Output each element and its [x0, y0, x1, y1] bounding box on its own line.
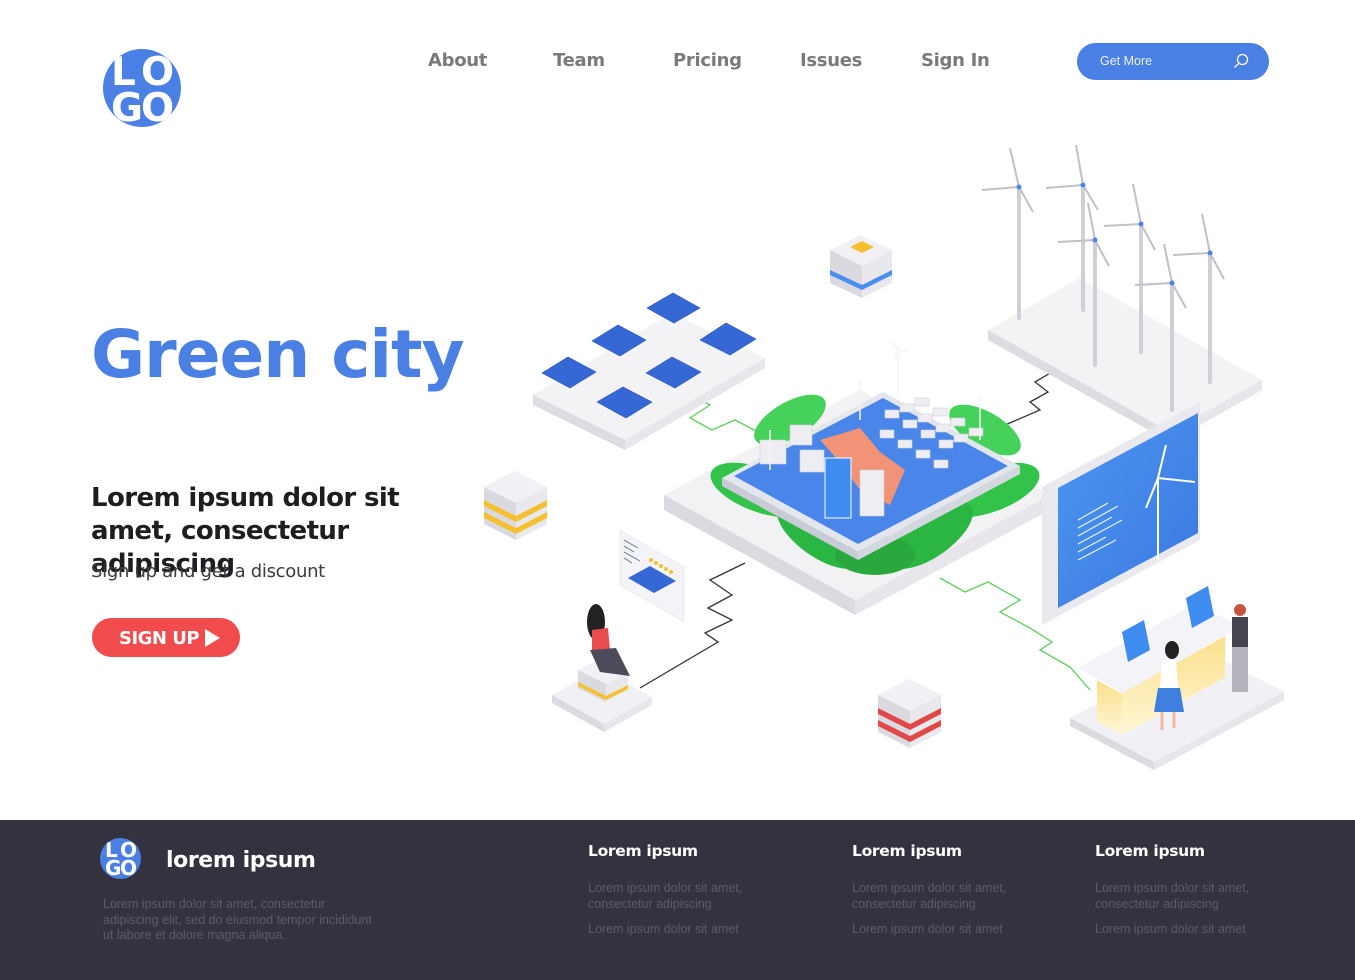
- workstation: [1070, 586, 1284, 770]
- monitor-screen: [1042, 402, 1200, 625]
- nav-issues[interactable]: Issues: [800, 50, 862, 71]
- footer-column: Lorem ipsum Lorem ipsum dolor sit amet, …: [1095, 842, 1295, 938]
- footer-column-title: Lorem ipsum: [852, 842, 962, 860]
- logo-letter: O: [120, 856, 138, 879]
- footer-brand: lorem ipsum: [166, 848, 316, 873]
- nav-pricing[interactable]: Pricing: [673, 50, 742, 71]
- footer-link[interactable]: Lorem ipsum dolor sit amet: [1095, 922, 1275, 938]
- footer-link[interactable]: Lorem ipsum dolor sit amet: [588, 922, 768, 938]
- logo-letter: G: [105, 856, 122, 879]
- seated-woman: [552, 604, 652, 732]
- sign-up-label: SIGN UP: [119, 628, 200, 649]
- footer-link[interactable]: Lorem ipsum dolor sit amet, consectetur …: [588, 881, 768, 912]
- search-label: Get More: [1100, 54, 1153, 68]
- hero-tagline: Sign up and get a discount: [91, 561, 325, 582]
- footer-column-title: Lorem ipsum: [1095, 842, 1205, 860]
- server-block-red: [878, 679, 941, 748]
- search-icon[interactable]: [1233, 53, 1249, 69]
- nav-team[interactable]: Team: [553, 50, 605, 71]
- logo[interactable]: L O G O: [103, 49, 181, 127]
- glass-tower: [824, 457, 852, 519]
- server-block-yellow: [484, 471, 547, 540]
- logo-letter: O: [141, 86, 175, 127]
- green-city-illustration: [484, 144, 1284, 770]
- footer-column-title: Lorem ipsum: [588, 842, 698, 860]
- footer-logo[interactable]: L O G O: [100, 838, 141, 879]
- nav-sign-in[interactable]: Sign In: [921, 50, 990, 71]
- page-title: Green city: [91, 316, 465, 393]
- footer-link[interactable]: Lorem ipsum dolor sit amet: [852, 922, 1032, 938]
- play-icon: [205, 629, 220, 647]
- get-more-search[interactable]: Get More: [1077, 43, 1269, 80]
- footer-column: Lorem ipsum Lorem ipsum dolor sit amet, …: [588, 842, 788, 938]
- turbine-hub: [1016, 182, 1213, 286]
- nav-about[interactable]: About: [428, 50, 487, 71]
- person-man-standing: [1232, 604, 1248, 692]
- logo-letter: G: [111, 86, 144, 127]
- server-block-blue: [830, 235, 892, 298]
- footer-description: Lorem ipsum dolor sit amet, consectetur …: [103, 897, 372, 942]
- footer-link[interactable]: Lorem ipsum dolor sit amet, consectetur …: [852, 881, 1032, 912]
- rating-card: [619, 529, 685, 623]
- footer-link[interactable]: Lorem ipsum dolor sit amet, consectetur …: [1095, 881, 1275, 912]
- footer-column: Lorem ipsum Lorem ipsum dolor sit amet, …: [852, 842, 1052, 938]
- sign-up-button[interactable]: SIGN UP: [92, 618, 240, 657]
- wind-farm: [981, 144, 1262, 442]
- footer: L O G O lorem ipsum Lorem ipsum dolor si…: [0, 820, 1355, 980]
- solar-farm: [533, 292, 765, 450]
